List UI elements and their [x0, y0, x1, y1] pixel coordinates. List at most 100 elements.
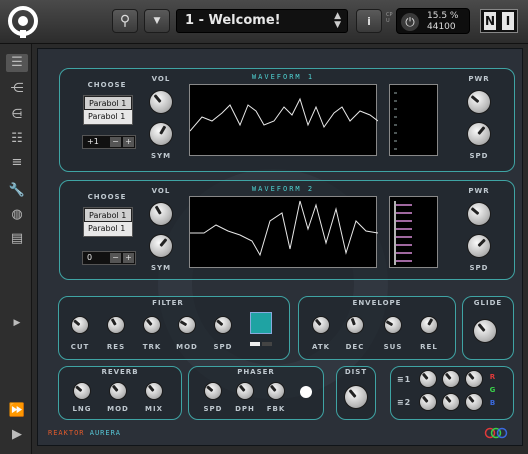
- filter-type-square[interactable]: [250, 312, 272, 334]
- reaktor-label: REAKTOR: [48, 429, 85, 437]
- envelope-sus-knob[interactable]: [385, 317, 401, 333]
- waveform2-vol-knob[interactable]: [150, 203, 172, 225]
- waveform1-pwr-knob[interactable]: [468, 91, 490, 113]
- filter-mod-knob[interactable]: [179, 317, 195, 333]
- preset-name: 1 - Welcome!: [185, 13, 281, 28]
- mixer-g1-knob[interactable]: [443, 371, 459, 387]
- minus-button[interactable]: −: [110, 137, 121, 147]
- plus-button[interactable]: +: [123, 253, 134, 263]
- sym-label: SYM: [150, 264, 172, 272]
- filter-cut-knob[interactable]: [72, 317, 88, 333]
- waveform1-vol-knob[interactable]: [150, 91, 172, 113]
- search-icon: ⚲: [119, 13, 131, 29]
- minus-button[interactable]: −: [110, 253, 121, 263]
- fast-forward-icon[interactable]: ⏩: [6, 402, 28, 420]
- cpu-label: CPU: [386, 12, 393, 24]
- mod-label: MOD: [107, 405, 129, 413]
- envelope-title: ENVELOPE: [352, 299, 402, 307]
- structure-icon[interactable]: ⋲: [6, 80, 28, 98]
- lng-label: LNG: [72, 405, 92, 413]
- vol-label: VOL: [151, 187, 171, 195]
- waveform1-stepper[interactable]: +1 − +: [82, 135, 136, 149]
- reaktor-logo-icon[interactable]: [6, 4, 40, 38]
- mixer-r1-knob[interactable]: [420, 371, 436, 387]
- pwr-label: PWR: [468, 75, 490, 83]
- dist-title: DIST: [344, 368, 368, 376]
- waveform2-meter-bars: [394, 201, 412, 265]
- power-icon[interactable]: ⏻: [401, 13, 419, 31]
- waveform2-sym-knob[interactable]: [150, 235, 172, 257]
- audio-engine-panel[interactable]: ⏻ 15.5 % 44100: [396, 8, 470, 34]
- reverb-lng-knob[interactable]: [74, 383, 90, 399]
- vol-label: VOL: [151, 75, 171, 83]
- dist-knob[interactable]: [345, 386, 367, 408]
- mixer-g2-knob[interactable]: [443, 394, 459, 410]
- clipboard-icon[interactable]: ▤: [6, 230, 28, 248]
- glide-knob[interactable]: [474, 320, 496, 342]
- waveform2-spd-knob[interactable]: [468, 235, 490, 257]
- list-item[interactable]: Parabol 1: [84, 222, 132, 236]
- filter-trk-knob[interactable]: [144, 317, 160, 333]
- up-down-arrows-icon: ▲ ▼: [334, 11, 341, 30]
- stepper-value: 0: [87, 253, 93, 262]
- filter-spd-knob[interactable]: [215, 317, 231, 333]
- top-bar: ⚲ ▼ 1 - Welcome! ▲ ▼ i CPU ⏻ 15.5 % 44100…: [0, 0, 528, 44]
- list-item[interactable]: Parabol 1: [84, 208, 132, 222]
- waveform1-sym-knob[interactable]: [150, 123, 172, 145]
- list-item[interactable]: Parabol 1: [84, 110, 132, 124]
- waveform1-meter: [389, 84, 438, 156]
- connections-icon[interactable]: ⋳: [6, 106, 28, 124]
- layers-icon[interactable]: ☷: [6, 130, 28, 148]
- waveform1-trace: [189, 97, 379, 132]
- list-item[interactable]: Parabol 1: [84, 96, 132, 110]
- sidebar: ☰ ⋲ ⋳ ☷ ≡ 🔧 ◍ ▤ ▶ ⏩ ▶: [0, 44, 32, 454]
- search-button[interactable]: ⚲: [112, 9, 138, 33]
- waveform1-spd-knob[interactable]: [468, 123, 490, 145]
- cpu-meter: 15.5 %: [427, 11, 459, 21]
- wrench-icon[interactable]: 🔧: [6, 182, 28, 200]
- reverb-mix-knob[interactable]: [146, 383, 162, 399]
- envelope-atk-knob[interactable]: [313, 317, 329, 333]
- sus-label: SUS: [383, 343, 403, 351]
- filter-res-knob[interactable]: [108, 317, 124, 333]
- preset-menu-button[interactable]: ▼: [144, 9, 170, 33]
- mixer-row1-label: ≡1: [396, 375, 412, 384]
- envelope-dec-knob[interactable]: [347, 317, 363, 333]
- waveform2-stepper[interactable]: 0 − +: [82, 251, 136, 265]
- spd-label: SPD: [469, 152, 489, 160]
- waveform2-choose-label: CHOOSE: [87, 193, 127, 201]
- waveform2-list[interactable]: Parabol 1 Parabol 1: [83, 207, 133, 237]
- filter-mode-indicator-off[interactable]: [262, 342, 272, 346]
- panel-view-icon[interactable]: ☰: [6, 54, 28, 72]
- instrument-panel: WAVEFORM 1 CHOOSE Parabol 1 Parabol 1 +1…: [37, 48, 523, 446]
- preset-selector[interactable]: 1 - Welcome! ▲ ▼: [176, 9, 348, 33]
- native-instruments-logo[interactable]: NI: [480, 9, 518, 33]
- waveform2-pwr-knob[interactable]: [468, 203, 490, 225]
- phaser-toggle-dot[interactable]: [300, 386, 312, 398]
- phaser-spd-knob[interactable]: [205, 383, 221, 399]
- mixer-r2-knob[interactable]: [420, 394, 436, 410]
- mix-label: MIX: [145, 405, 163, 413]
- list-icon[interactable]: ≡: [6, 154, 28, 172]
- palette-icon[interactable]: ◍: [6, 206, 28, 224]
- phaser-dph-knob[interactable]: [237, 383, 253, 399]
- envelope-rel-knob[interactable]: [421, 317, 437, 333]
- glide-title: GLIDE: [473, 299, 503, 307]
- plus-button[interactable]: +: [123, 137, 134, 147]
- rel-label: REL: [420, 343, 438, 351]
- sample-rate: 44100: [427, 22, 456, 32]
- info-button[interactable]: i: [356, 9, 382, 33]
- spd-label: SPD: [469, 264, 489, 272]
- filter-mode-indicator[interactable]: [250, 342, 260, 346]
- mixer-b1-knob[interactable]: [466, 371, 482, 387]
- dec-label: DEC: [345, 343, 365, 351]
- play-icon[interactable]: ▶: [6, 426, 28, 444]
- reverb-title: REVERB: [101, 368, 139, 376]
- expand-arrow-icon[interactable]: ▶: [6, 314, 28, 332]
- waveform1-title: WAVEFORM 1: [251, 73, 315, 81]
- waveform1-list[interactable]: Parabol 1 Parabol 1: [83, 95, 133, 125]
- phaser-fbk-knob[interactable]: [268, 383, 284, 399]
- mixer-b2-knob[interactable]: [466, 394, 482, 410]
- waveform2-title: WAVEFORM 2: [251, 185, 315, 193]
- reverb-mod-knob[interactable]: [110, 383, 126, 399]
